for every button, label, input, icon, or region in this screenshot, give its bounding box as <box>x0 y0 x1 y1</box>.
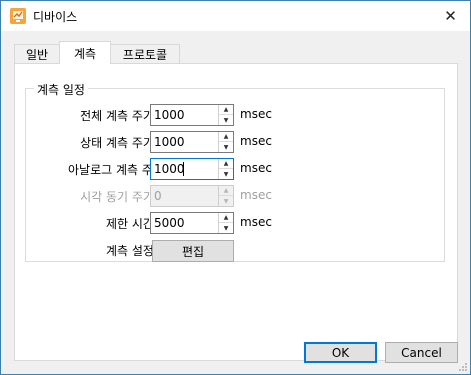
status-period-label: 상태 계측 주기: <box>80 136 158 150</box>
measurement-settings-label: 계측 설정: <box>105 244 158 258</box>
timeout-spinbox[interactable]: 5000 ▲ ▼ <box>150 212 234 234</box>
spin-up-icon[interactable]: ▲ <box>219 105 233 115</box>
time-sync-period-unit: msec <box>240 188 272 202</box>
cancel-button-label: Cancel <box>401 345 442 360</box>
spin-down-icon[interactable]: ▼ <box>219 115 233 125</box>
dialog-body: 일반 계측 프로토콜 계측 일정 전체 계측 주기: 1000 ▲ ▼ msec <box>1 31 470 374</box>
spin-buttons: ▲ ▼ <box>218 132 233 152</box>
tab-protocol-label: 프로토콜 <box>122 48 168 62</box>
edit-button[interactable]: 편집 <box>152 240 234 262</box>
spin-down-icon[interactable]: ▼ <box>219 169 233 179</box>
timeout-value[interactable]: 5000 <box>154 216 185 230</box>
spin-up-icon: ▲ <box>219 186 233 196</box>
time-sync-period-label: 시각 동기 주기: <box>80 190 158 204</box>
window-title: 디바이스 <box>33 10 78 24</box>
status-period-unit: msec <box>240 134 272 148</box>
tab-general-label: 일반 <box>25 48 49 62</box>
time-sync-period-value: 0 <box>154 189 162 203</box>
title-bar: 디바이스 ✕ <box>1 1 470 31</box>
total-period-unit: msec <box>240 107 272 121</box>
tab-protocol[interactable]: 프로토콜 <box>110 44 180 64</box>
time-sync-period-spinbox: 0 ▲ ▼ <box>150 185 234 207</box>
total-period-value[interactable]: 1000 <box>154 108 185 122</box>
tab-panel-measurement: 계측 일정 전체 계측 주기: 1000 ▲ ▼ msec 상태 계측 주기: … <box>14 63 458 361</box>
spin-buttons: ▲ ▼ <box>218 105 233 125</box>
spin-buttons: ▲ ▼ <box>218 213 233 233</box>
ok-button[interactable]: OK <box>304 342 377 363</box>
device-dialog: 디바이스 ✕ 일반 계측 프로토콜 계측 일정 전체 계측 주기: 1000 ▲ <box>0 0 471 375</box>
spin-buttons: ▲ ▼ <box>218 186 233 206</box>
text-caret <box>183 162 184 176</box>
device-app-icon <box>10 8 26 24</box>
spin-down-icon: ▼ <box>223 197 229 205</box>
spin-down-icon[interactable]: ▼ <box>219 142 233 152</box>
close-icon: ✕ <box>444 7 457 25</box>
group-title: 계측 일정 <box>34 81 88 98</box>
total-period-label: 전체 계측 주기: <box>80 109 158 123</box>
timeout-label: 제한 시간: <box>105 217 158 231</box>
status-period-value[interactable]: 1000 <box>154 135 185 149</box>
measurement-schedule-group: 계측 일정 전체 계측 주기: 1000 ▲ ▼ msec 상태 계측 주기: … <box>25 81 445 262</box>
spin-up-icon[interactable]: ▲ <box>219 213 233 223</box>
status-period-spinbox[interactable]: 1000 ▲ ▼ <box>150 131 234 153</box>
tab-measurement-label: 계측 <box>73 46 97 61</box>
analog-period-value[interactable]: 1000 <box>154 162 185 176</box>
analog-period-label: 아날로그 계측 주기: <box>68 163 168 177</box>
spin-up-icon[interactable]: ▲ <box>219 159 233 169</box>
timeout-unit: msec <box>240 215 272 229</box>
ok-button-label: OK <box>331 345 350 360</box>
cancel-button[interactable]: Cancel <box>385 342 458 363</box>
close-button[interactable]: ✕ <box>431 1 470 31</box>
analog-period-spinbox[interactable]: 1000 ▲ ▼ <box>150 158 234 180</box>
tab-measurement[interactable]: 계측 <box>59 41 111 64</box>
total-period-spinbox[interactable]: 1000 ▲ ▼ <box>150 104 234 126</box>
analog-period-unit: msec <box>240 161 272 175</box>
tab-general[interactable]: 일반 <box>14 44 60 64</box>
spin-up-icon[interactable]: ▲ <box>219 132 233 142</box>
spin-buttons: ▲ ▼ <box>218 159 233 179</box>
edit-button-label: 편집 <box>181 244 205 259</box>
resize-grip-icon[interactable] <box>458 362 468 372</box>
spin-down-icon[interactable]: ▼ <box>219 223 233 233</box>
